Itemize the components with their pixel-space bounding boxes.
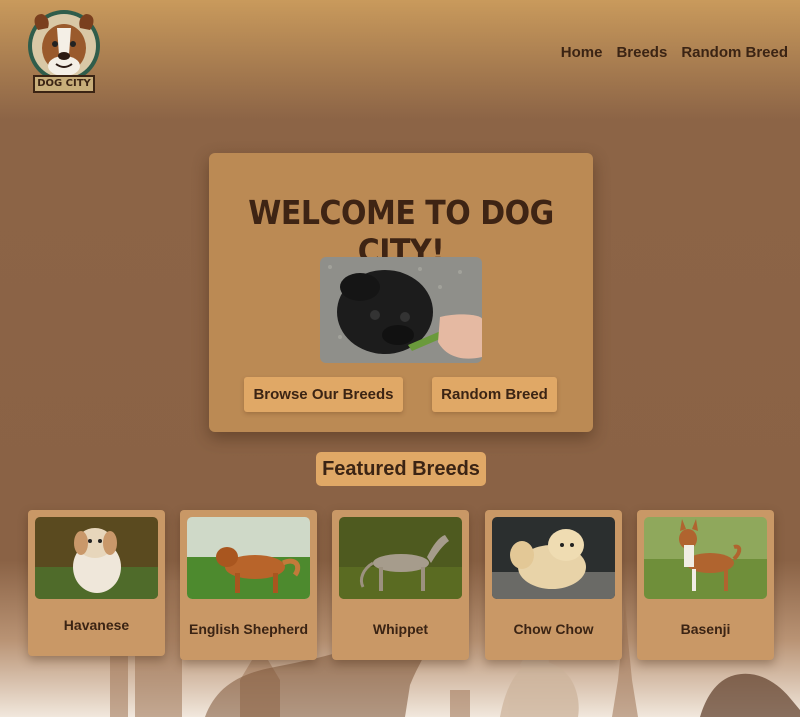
nav-home-link[interactable]: Home <box>561 44 603 61</box>
breed-name: Whippet <box>372 621 429 637</box>
basenji-photo <box>644 517 767 599</box>
chow-chow-photo <box>492 517 615 599</box>
random-breed-button[interactable]: Random Breed <box>432 377 557 412</box>
browse-breeds-button[interactable]: Browse Our Breeds <box>244 377 403 412</box>
site-header: DOG CITY Home Breeds Random Breed <box>0 0 800 110</box>
breed-name: Basenji <box>680 621 731 637</box>
breed-card-havanese[interactable]: Havanese <box>28 510 165 656</box>
breed-name: Chow Chow <box>513 621 594 637</box>
dog-city-logo[interactable]: DOG CITY <box>24 8 104 96</box>
main-nav: Home Breeds Random Breed <box>561 44 788 61</box>
nav-random-breed-link[interactable]: Random Breed <box>681 44 788 61</box>
welcome-panel: WELCOME TO DOG CITY! Browse Our Breeds R… <box>209 153 593 432</box>
logo-text: DOG CITY <box>37 78 91 89</box>
breed-card-basenji[interactable]: Basenji <box>637 510 774 660</box>
whippet-photo <box>339 517 462 599</box>
featured-breeds-title: Featured Breeds <box>316 452 486 486</box>
breed-card-english-shepherd[interactable]: English Shepherd <box>180 510 317 660</box>
havanese-photo <box>35 517 158 599</box>
breed-card-whippet[interactable]: Whippet <box>332 510 469 660</box>
english-shepherd-photo <box>187 517 310 599</box>
breed-name: Havanese <box>63 617 130 633</box>
breed-card-chow-chow[interactable]: Chow Chow <box>485 510 622 660</box>
breed-name: English Shepherd <box>188 621 308 637</box>
hero-pug-photo <box>320 257 482 363</box>
nav-breeds-link[interactable]: Breeds <box>616 44 667 61</box>
